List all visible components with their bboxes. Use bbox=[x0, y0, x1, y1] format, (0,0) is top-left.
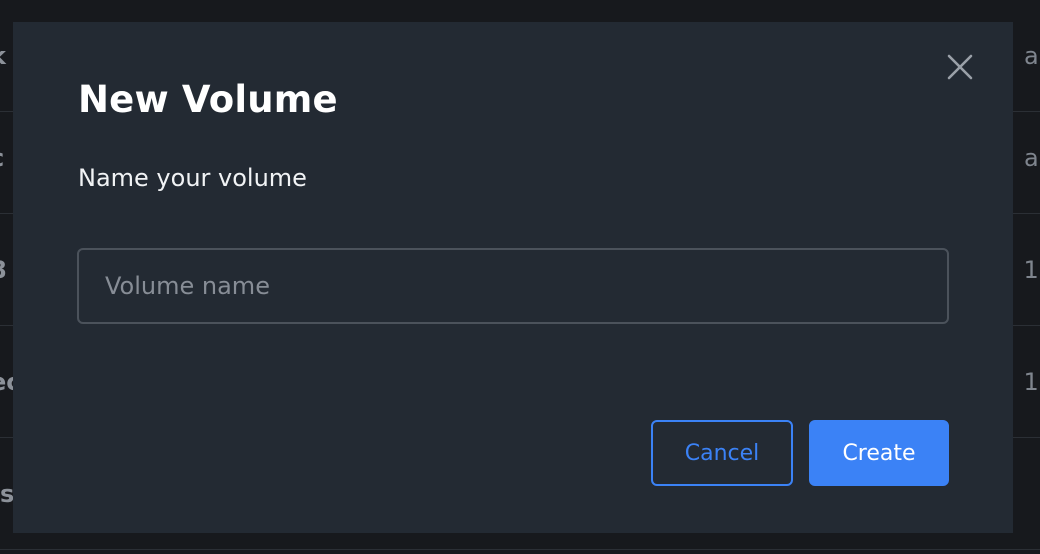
background-row-right-text: ab bbox=[1024, 143, 1040, 172]
dialog-title: New Volume bbox=[78, 78, 338, 121]
close-button[interactable] bbox=[943, 50, 977, 84]
background-row-left-text: 8 bbox=[0, 256, 7, 284]
background-row-right-text: ab bbox=[1024, 41, 1040, 70]
volume-name-label: Name your volume bbox=[78, 164, 307, 192]
cancel-button[interactable]: Cancel bbox=[651, 420, 793, 486]
background-row-right-text: 11 bbox=[1023, 367, 1040, 396]
volume-name-input[interactable] bbox=[77, 248, 949, 324]
background-row-left-text: c bbox=[0, 144, 4, 172]
close-icon bbox=[947, 54, 973, 80]
create-button[interactable]: Create bbox=[809, 420, 949, 486]
background-row-left-text: k bbox=[0, 42, 6, 70]
background-row-right-text: 19 bbox=[1023, 255, 1040, 284]
new-volume-dialog: New Volume Name your volume Cancel Creat… bbox=[13, 22, 1013, 533]
